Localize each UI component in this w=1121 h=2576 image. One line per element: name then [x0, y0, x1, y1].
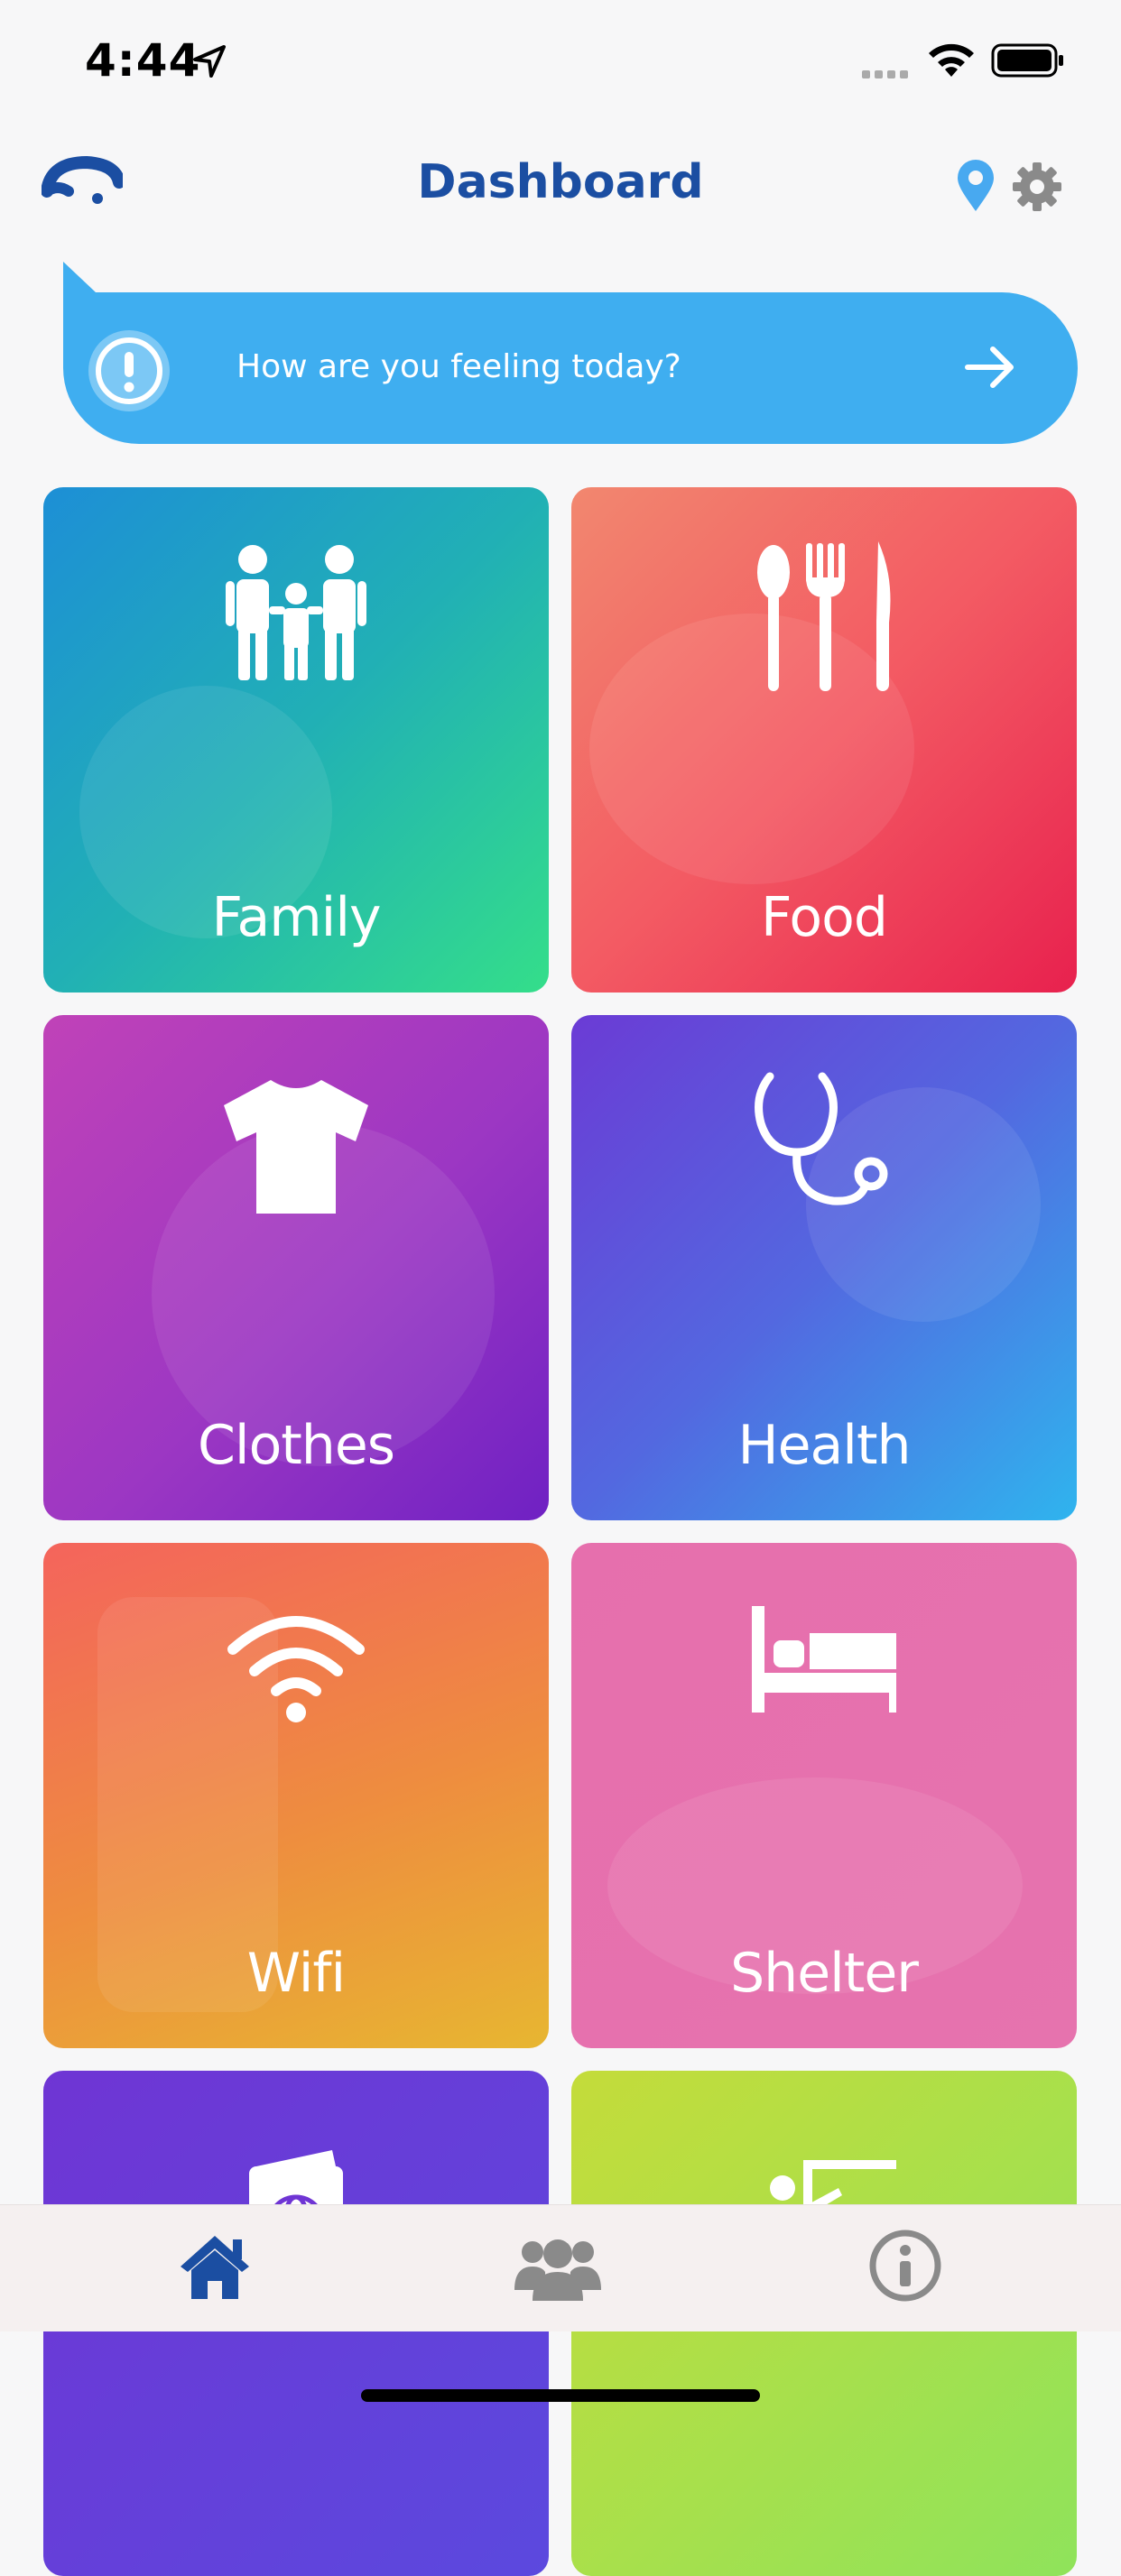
signal-dots-icon: [862, 65, 913, 82]
location-arrow-icon: [193, 45, 226, 78]
alert-icon: [88, 330, 170, 411]
tile-shelter[interactable]: Shelter: [571, 1543, 1077, 2048]
location-pin-icon[interactable]: [955, 159, 996, 213]
bed-icon: [752, 1606, 896, 1713]
family-icon: [226, 545, 366, 680]
page-title: Dashboard: [417, 155, 704, 209]
home-icon[interactable]: [177, 2230, 253, 2303]
arrow-right-icon[interactable]: [964, 345, 1016, 390]
info-icon[interactable]: [868, 2229, 942, 2303]
tile-health[interactable]: Health: [571, 1015, 1077, 1520]
home-indicator[interactable]: [361, 2389, 760, 2402]
tile-food[interactable]: Food: [571, 487, 1077, 993]
stethoscope-icon: [755, 1072, 888, 1205]
utensils-icon: [757, 541, 891, 691]
tile-label: Clothes: [198, 1414, 395, 1477]
community-icon[interactable]: [513, 2230, 603, 2303]
wifi-status-icon: [929, 43, 974, 77]
tile-wifi[interactable]: Wifi: [43, 1543, 549, 2048]
battery-icon: [991, 43, 1063, 78]
settings-gear-icon[interactable]: [1011, 161, 1063, 213]
tile-family[interactable]: Family: [43, 487, 549, 993]
tile-label: Food: [761, 886, 888, 949]
tshirt-icon: [224, 1080, 368, 1214]
tile-label: Health: [737, 1414, 911, 1477]
tile-label: Family: [211, 886, 381, 949]
status-time: 4:44: [85, 34, 201, 87]
tile-clothes[interactable]: Clothes: [43, 1015, 549, 1520]
tile-label: Shelter: [730, 1942, 919, 2005]
wifi-icon: [227, 1616, 365, 1722]
tile-label: Wifi: [246, 1942, 346, 2005]
banner-question: How are you feeling today?: [236, 348, 681, 385]
